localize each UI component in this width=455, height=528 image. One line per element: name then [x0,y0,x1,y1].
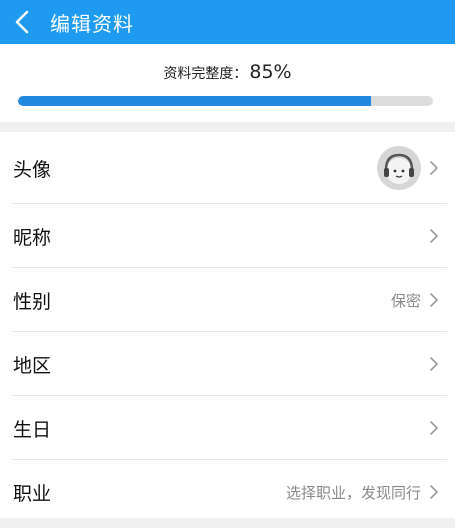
completeness-percent: 85% [249,61,292,83]
chevron-right-icon [430,421,438,435]
row-gender[interactable]: 性别 保密 [0,268,455,332]
row-value: 选择职业，发现同行 [285,483,421,502]
back-button[interactable] [0,0,44,44]
chevron-right-icon [430,357,438,371]
profile-fields-list: 头像 昵称 性别 保密 地区 生日 职业 选择职业，发现同行 [0,132,455,524]
row-avatar[interactable]: 头像 [0,132,455,204]
completeness-text: 资料完整度： [163,66,248,82]
avatar [377,146,421,190]
row-label: 职业 [13,482,52,505]
chevron-right-icon [430,229,438,243]
row-label: 性别 [13,290,52,313]
app-header: 编辑资料 [0,0,455,44]
row-birthday[interactable]: 生日 [0,396,455,460]
chevron-right-icon [430,293,438,307]
profile-completeness: 资料完整度： 85% [0,44,455,122]
progress-fill [18,96,371,106]
bottom-divider [0,518,455,528]
row-label: 生日 [13,418,52,441]
chevron-right-icon [430,161,438,175]
progress-bar [18,96,433,106]
completeness-label: 资料完整度： 85% [0,61,455,83]
row-label: 地区 [13,354,52,377]
row-label: 昵称 [13,226,52,249]
row-region[interactable]: 地区 [0,332,455,396]
row-value: 保密 [390,291,421,310]
row-occupation[interactable]: 职业 选择职业，发现同行 [0,460,455,524]
page-title: 编辑资料 [50,11,134,36]
chevron-left-icon [15,10,29,34]
chevron-right-icon [430,485,438,499]
section-divider [0,122,455,132]
row-label: 头像 [13,158,52,181]
row-nickname[interactable]: 昵称 [0,204,455,268]
